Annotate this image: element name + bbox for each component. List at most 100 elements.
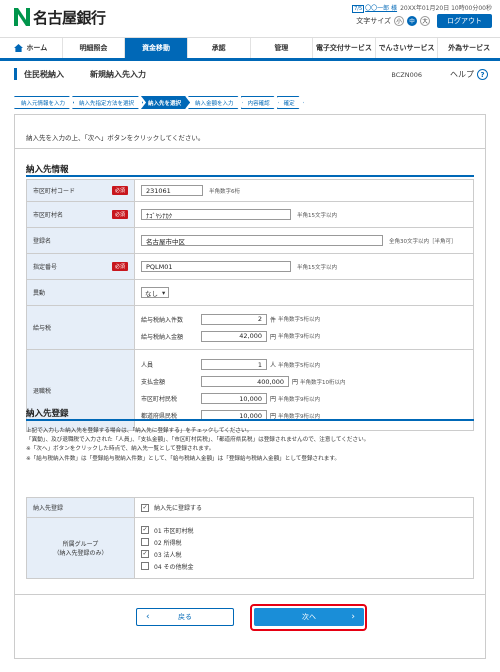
last-login: 20XX年01月20日 10時00分00秒 xyxy=(400,5,492,12)
nav-e-delivery[interactable]: 電子交付サービス xyxy=(313,38,376,58)
group-checkbox[interactable] xyxy=(141,550,149,558)
section-payee-info-title: 納入先情報 xyxy=(26,165,69,175)
transfer-select[interactable]: なし ▾ xyxy=(141,287,170,298)
group-checkbox[interactable] xyxy=(141,562,149,570)
register-table: 納入先登録 納入先に登録する 所属グループ （納入先登録のみ） 01 市区町村税… xyxy=(26,497,474,579)
step-4: 納入金額を入力 xyxy=(188,96,243,109)
step-1: 納入元情報を入力 xyxy=(14,96,74,109)
nav-statement[interactable]: 明細照会 xyxy=(63,38,126,58)
required-badge: 必須 xyxy=(111,186,128,195)
screen-id: BCZN006 xyxy=(391,71,422,79)
salary-amount-row: 給与税納入金額 42,000 円 半角数字9桁以内 xyxy=(141,330,321,342)
next-button[interactable]: 次へ › xyxy=(254,608,364,626)
paid-amount-row: 支払金額 400,000 円 半角数字10桁以内 xyxy=(141,376,346,387)
row-group: 所属グループ （納入先登録のみ） 01 市区町村税 02 所得税 03 法人税 … xyxy=(27,518,473,578)
registered-name-hint: 全角30文字以内［半角可］ xyxy=(389,238,457,245)
nav-home-label: ホーム xyxy=(26,44,48,52)
nav-home[interactable]: ホーム xyxy=(0,38,63,58)
paid-amount-input[interactable]: 400,000 xyxy=(201,376,289,387)
section-divider xyxy=(14,148,486,149)
register-notes: 上記で入力した納入先を登録する場合は、「納入先に登録する」をチェックしてください… xyxy=(26,427,476,464)
register-checkbox[interactable] xyxy=(141,503,149,512)
salary-count-input[interactable]: 2 xyxy=(201,313,267,325)
progress-steps: 納入元情報を入力 納入先指定方法を選択 納入先を選択 納入金額を入力 内容確認 … xyxy=(14,96,302,109)
nav-forex[interactable]: 外為サービス xyxy=(438,38,500,58)
row-retirement-tax: 退職税 人員 1 人 半角数字5桁以内 支払金額 400,000 円 半角数字1… xyxy=(27,350,473,430)
bank-logo-icon xyxy=(14,8,30,26)
page-title: 新規納入先入力 xyxy=(90,70,146,79)
page-title-bar: 住民税納入 新規納入先入力 BCZN006 ヘルプ ? xyxy=(0,66,500,84)
font-size-large-button[interactable]: 大 xyxy=(420,16,430,26)
group-checkbox[interactable] xyxy=(141,538,149,546)
instruction-text: 納入先を入力の上、「次へ」ボタンをクリックしてください。 xyxy=(26,134,205,142)
section-divider xyxy=(14,594,486,595)
note-line: 「異動」、及び退職税で入力された「人員」、「支払金額」、「市区町村民税」、「都道… xyxy=(26,437,370,444)
group-option-01[interactable]: 01 市区町村税 xyxy=(141,526,194,535)
register-option-label: 納入先に登録する xyxy=(154,505,203,512)
chevron-down-icon: ▾ xyxy=(162,288,166,297)
transfer-label: 異動 xyxy=(27,280,135,305)
step-3-current: 納入先を選択 xyxy=(141,96,190,109)
people-row: 人員 1 人 半角数字5桁以内 xyxy=(141,359,321,370)
user-name-link[interactable]: 〇〇一郎 様 xyxy=(365,5,397,12)
font-size-label: 文字サイズ xyxy=(356,17,391,25)
section-rule xyxy=(26,175,474,177)
chevron-left-icon: ‹ xyxy=(146,612,150,622)
city-name-hint: 半角15文字以内 xyxy=(297,212,337,219)
step-5: 内容確認 xyxy=(241,96,279,109)
nav-approval[interactable]: 承認 xyxy=(188,38,251,58)
help-icon: ? xyxy=(477,69,488,80)
group-option-02[interactable]: 02 所得税 xyxy=(141,538,182,547)
city-code-label: 市区町村コード 必須 xyxy=(27,180,135,201)
logout-button[interactable]: ログアウト xyxy=(437,14,492,28)
step-6: 確定 xyxy=(277,96,304,109)
row-city-code: 市区町村コード 必須 231061 半角数字6桁 xyxy=(27,180,473,202)
city-code-hint: 半角数字6桁 xyxy=(209,188,240,195)
register-label: 納入先登録 xyxy=(27,498,135,517)
nav-densai[interactable]: でんさいサービス xyxy=(376,38,439,58)
designated-no-hint: 半角15文字以内 xyxy=(297,264,337,271)
group-option-03[interactable]: 03 法人税 xyxy=(141,550,182,559)
note-line: ※「次へ」ボタンをクリックした時点で、納入先一覧として登録されます。 xyxy=(26,446,215,453)
help-label: ヘルプ xyxy=(450,70,474,79)
people-input[interactable]: 1 xyxy=(201,359,267,370)
designated-no-input[interactable]: PQLM01 xyxy=(141,261,291,272)
nav-buttons: ‹ 戻る 次へ › xyxy=(0,604,500,631)
city-name-label: 市区町村名 必須 xyxy=(27,202,135,227)
registered-name-label: 登録名 xyxy=(27,228,135,253)
chevron-right-icon: › xyxy=(351,612,355,622)
group-option-04[interactable]: 04 その他税金 xyxy=(141,562,194,571)
user-tag: 7/5 xyxy=(352,5,365,13)
city-name-input[interactable]: ﾅｺﾞﾔｼﾅｶｸ xyxy=(141,209,291,220)
nav-fund-transfer[interactable]: 資金移動 xyxy=(125,38,188,58)
registered-name-input[interactable]: 名古屋市中区 xyxy=(141,235,383,246)
home-icon xyxy=(14,44,24,52)
pref-tax-row: 都道府県民税 10,000 円 半角数字9桁以内 xyxy=(141,410,321,421)
row-registered-name: 登録名 名古屋市中区 全角30文字以内［半角可］ xyxy=(27,228,473,254)
title-accent xyxy=(14,68,17,80)
payee-info-table: 市区町村コード 必須 231061 半角数字6桁 市区町村名 必須 ﾅｺﾞﾔｼﾅｶｸ 半… xyxy=(26,179,474,431)
row-register: 納入先登録 納入先に登録する xyxy=(27,498,473,518)
section-payee-register-title: 納入先登録 xyxy=(26,409,69,419)
city-tax-input[interactable]: 10,000 xyxy=(201,393,267,404)
help-link[interactable]: ヘルプ ? xyxy=(450,69,488,80)
back-button[interactable]: ‹ 戻る xyxy=(136,608,234,626)
group-label: 所属グループ （納入先登録のみ） xyxy=(27,518,135,578)
step-2: 納入先指定方法を選択 xyxy=(72,96,143,109)
required-badge: 必須 xyxy=(111,262,128,271)
required-badge: 必須 xyxy=(111,210,128,219)
page-category: 住民税納入 xyxy=(24,70,64,79)
font-size-small-button[interactable]: 小 xyxy=(394,16,404,26)
city-code-input[interactable]: 231061 xyxy=(141,185,203,196)
city-tax-row: 市区町村民税 10,000 円 半角数字9桁以内 xyxy=(141,393,321,404)
group-checkbox[interactable] xyxy=(141,526,149,534)
nav-management[interactable]: 管理 xyxy=(251,38,314,58)
header: 名古屋銀行 7/5 〇〇一郎 様 20XX年01月20日 10時00分00秒 文字サ… xyxy=(0,0,500,36)
designated-no-label: 指定番号 必須 xyxy=(27,254,135,279)
note-line: ※「給与税納入件数」は「登録給与税納入件数」として、「給与税納入金額」は「登録給… xyxy=(26,455,340,462)
row-city-name: 市区町村名 必須 ﾅｺﾞﾔｼﾅｶｸ 半角15文字以内 xyxy=(27,202,473,228)
bank-name: 名古屋銀行 xyxy=(33,9,106,27)
salary-amount-input[interactable]: 42,000 xyxy=(201,330,267,342)
note-line: 上記で入力した納入先を登録する場合は、「納入先に登録する」をチェックしてください… xyxy=(26,428,253,434)
font-size-medium-button[interactable]: 中 xyxy=(407,16,417,26)
